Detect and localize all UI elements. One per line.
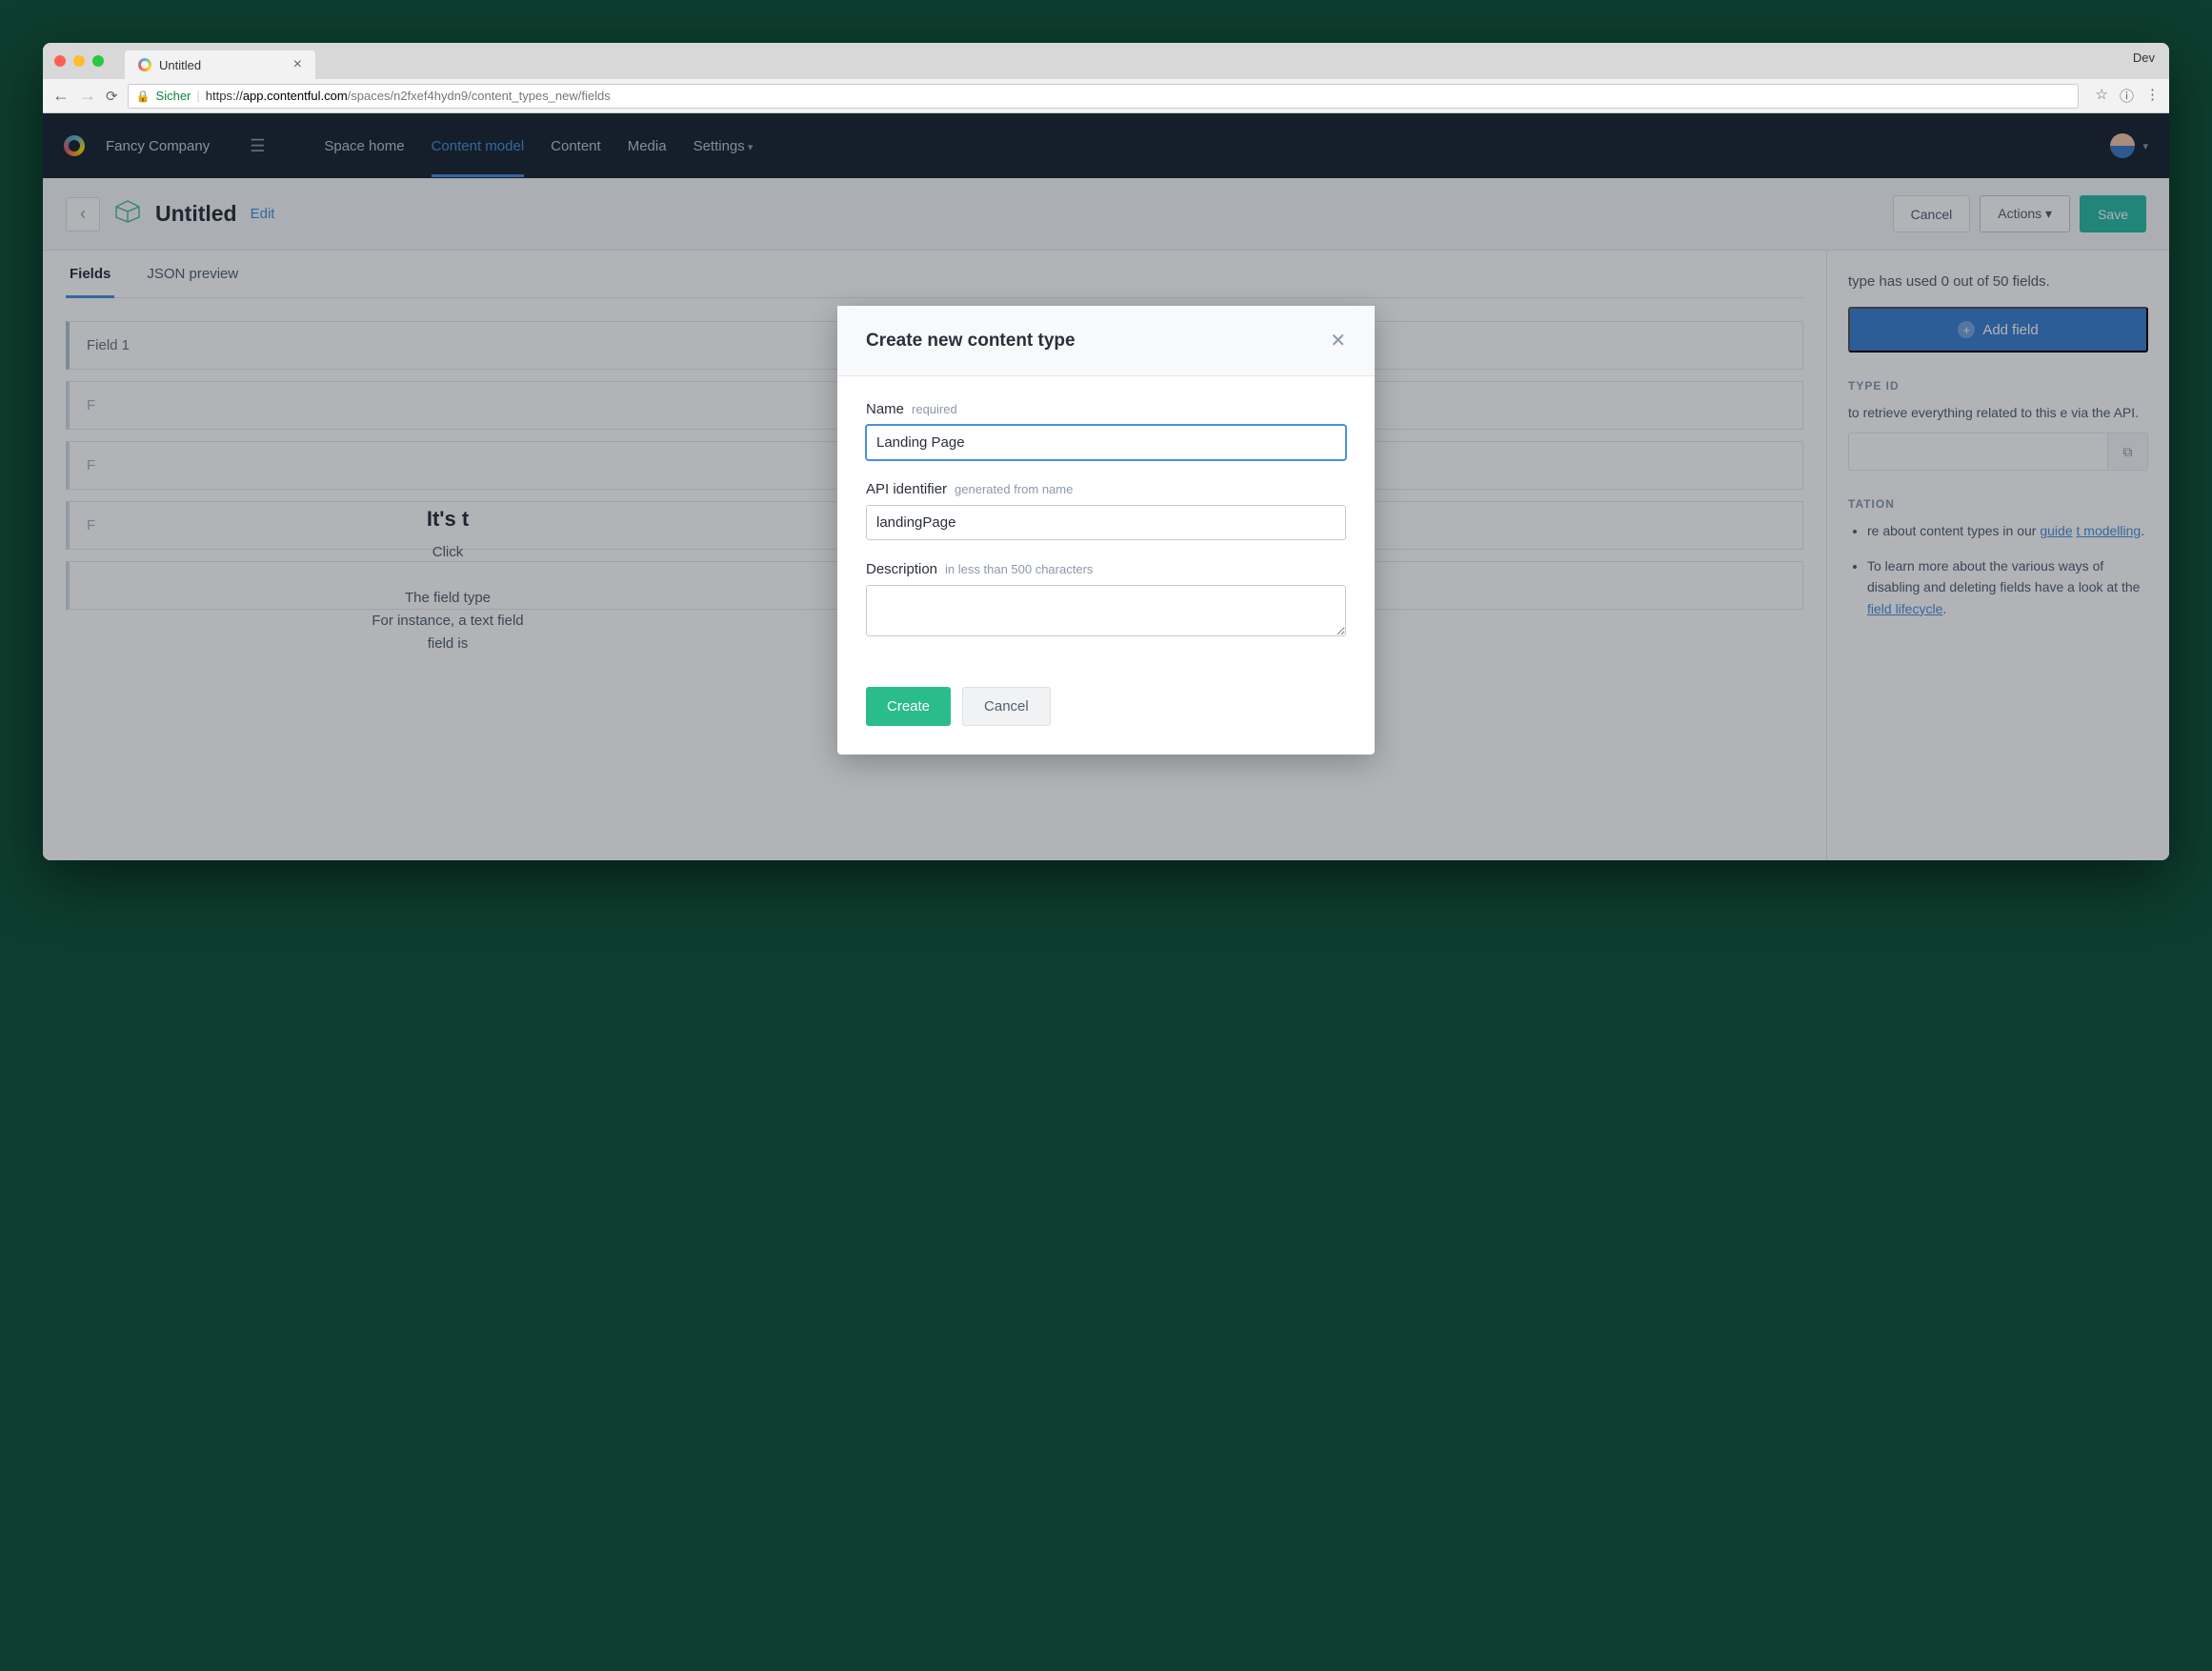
browser-tab-bar: Untitled × Dev: [43, 43, 2169, 79]
lock-icon: 🔒: [136, 90, 151, 103]
name-hint: required: [912, 402, 957, 416]
api-identifier-input[interactable]: [866, 505, 1346, 540]
window-controls: [54, 55, 104, 67]
api-identifier-hint: generated from name: [955, 482, 1073, 496]
forward-icon: →: [79, 86, 96, 106]
close-icon[interactable]: ✕: [1330, 329, 1346, 352]
modal-footer: Create Cancel: [837, 670, 1375, 755]
minimize-window-icon[interactable]: [73, 55, 85, 67]
toolbar-icons: ☆ ⓘ ⋮: [2096, 86, 2160, 106]
tab-close-icon[interactable]: ×: [293, 56, 302, 73]
contentful-favicon-icon: [138, 58, 151, 71]
back-icon[interactable]: ←: [52, 86, 70, 106]
reload-icon[interactable]: ⟳: [106, 88, 118, 105]
browser-tab[interactable]: Untitled ×: [125, 50, 315, 79]
browser-toolbar: ← → ⟳ 🔒 Sicher | https://app.contentful.…: [43, 79, 2169, 113]
cancel-button[interactable]: Cancel: [962, 687, 1051, 726]
api-identifier-label: API identifier: [866, 481, 947, 497]
info-icon[interactable]: ⓘ: [2120, 86, 2134, 106]
tab-title: Untitled: [159, 58, 201, 72]
modal-header: Create new content type ✕: [837, 306, 1375, 376]
modal-body: Name required API identifier generated f…: [837, 376, 1375, 670]
close-window-icon[interactable]: [54, 55, 66, 67]
browser-window: Untitled × Dev ← → ⟳ 🔒 Sicher | https://…: [43, 43, 2169, 860]
dev-badge: Dev: [2133, 50, 2155, 65]
create-button[interactable]: Create: [866, 687, 951, 726]
create-content-type-modal: Create new content type ✕ Name required …: [837, 306, 1375, 755]
address-bar[interactable]: 🔒 Sicher | https://app.contentful.com/sp…: [128, 84, 2079, 109]
name-label: Name: [866, 401, 904, 417]
name-input[interactable]: [866, 425, 1346, 460]
description-input[interactable]: [866, 585, 1346, 636]
modal-title: Create new content type: [866, 331, 1076, 352]
description-hint: in less than 500 characters: [945, 562, 1093, 576]
divider: |: [196, 89, 199, 103]
app-viewport: Fancy Company ☰ Space home Content model…: [43, 113, 2169, 860]
maximize-window-icon[interactable]: [92, 55, 104, 67]
menu-icon[interactable]: ⋮: [2145, 86, 2160, 106]
star-icon[interactable]: ☆: [2096, 86, 2108, 106]
secure-label: Sicher: [156, 89, 191, 103]
url-text: https://app.contentful.com/spaces/n2fxef…: [206, 89, 611, 103]
description-label: Description: [866, 561, 937, 577]
